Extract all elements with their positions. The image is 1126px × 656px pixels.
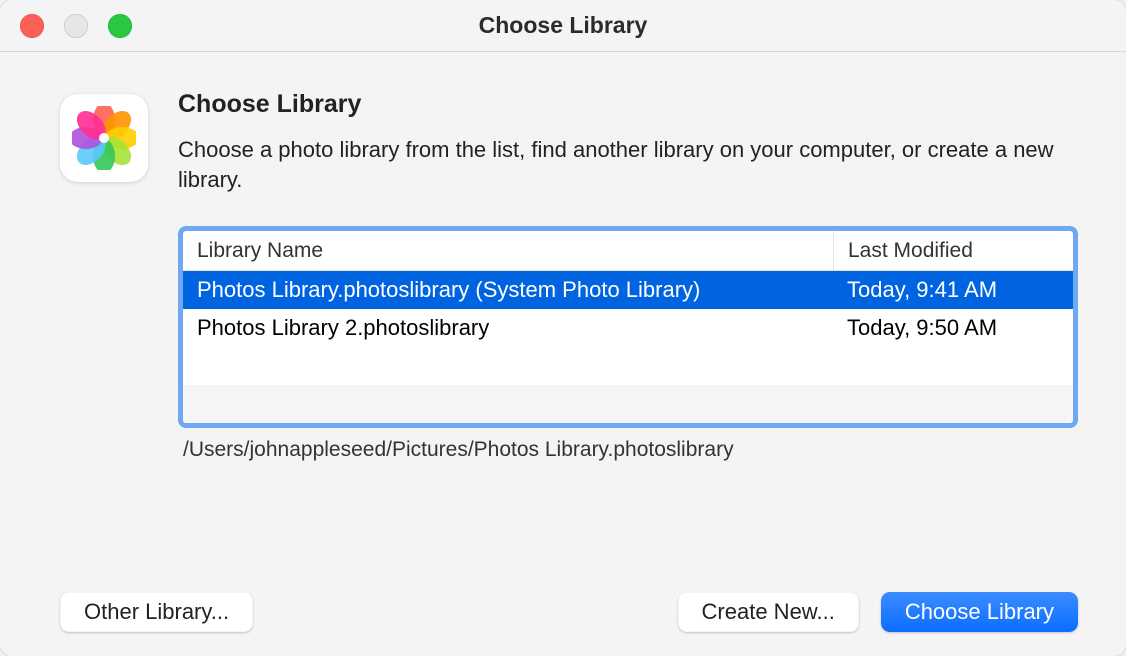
create-new-button[interactable]: Create New... xyxy=(678,592,859,632)
empty-row xyxy=(183,385,1073,423)
column-header-date[interactable]: Last Modified xyxy=(833,231,1073,270)
table-row[interactable]: Photos Library 2.photoslibrary Today, 9:… xyxy=(183,309,1073,347)
titlebar: Choose Library xyxy=(0,0,1126,52)
header-row: Choose Library Choose a photo library fr… xyxy=(60,90,1078,194)
window-title: Choose Library xyxy=(479,12,648,39)
cell-library-name: Photos Library.photoslibrary (System Pho… xyxy=(183,277,833,303)
zoom-icon[interactable] xyxy=(108,14,132,38)
button-row: Other Library... Create New... Choose Li… xyxy=(60,564,1078,632)
header-text: Choose Library Choose a photo library fr… xyxy=(178,90,1078,194)
close-icon[interactable] xyxy=(20,14,44,38)
cell-library-date: Today, 9:41 AM xyxy=(833,277,1073,303)
page-description: Choose a photo library from the list, fi… xyxy=(178,135,1078,194)
traffic-lights xyxy=(20,14,132,38)
page-heading: Choose Library xyxy=(178,90,1078,119)
cell-library-name: Photos Library 2.photoslibrary xyxy=(183,315,833,341)
choose-library-button[interactable]: Choose Library xyxy=(881,592,1078,632)
library-list-section: Library Name Last Modified Photos Librar… xyxy=(178,226,1078,462)
cell-library-date: Today, 9:50 AM xyxy=(833,315,1073,341)
empty-row xyxy=(183,347,1073,385)
photos-app-icon xyxy=(60,94,148,182)
other-library-button[interactable]: Other Library... xyxy=(60,592,253,632)
table-header: Library Name Last Modified xyxy=(183,231,1073,271)
library-table: Library Name Last Modified Photos Librar… xyxy=(178,226,1078,428)
column-header-name[interactable]: Library Name xyxy=(183,239,833,263)
minimize-icon xyxy=(64,14,88,38)
photos-flower-icon xyxy=(72,106,136,170)
selected-library-path: /Users/johnappleseed/Pictures/Photos Lib… xyxy=(178,438,1078,462)
table-row[interactable]: Photos Library.photoslibrary (System Pho… xyxy=(183,271,1073,309)
table-body: Photos Library.photoslibrary (System Pho… xyxy=(183,271,1073,423)
right-button-group: Create New... Choose Library xyxy=(678,592,1078,632)
content-area: Choose Library Choose a photo library fr… xyxy=(0,52,1126,656)
choose-library-window: Choose Library xyxy=(0,0,1126,656)
